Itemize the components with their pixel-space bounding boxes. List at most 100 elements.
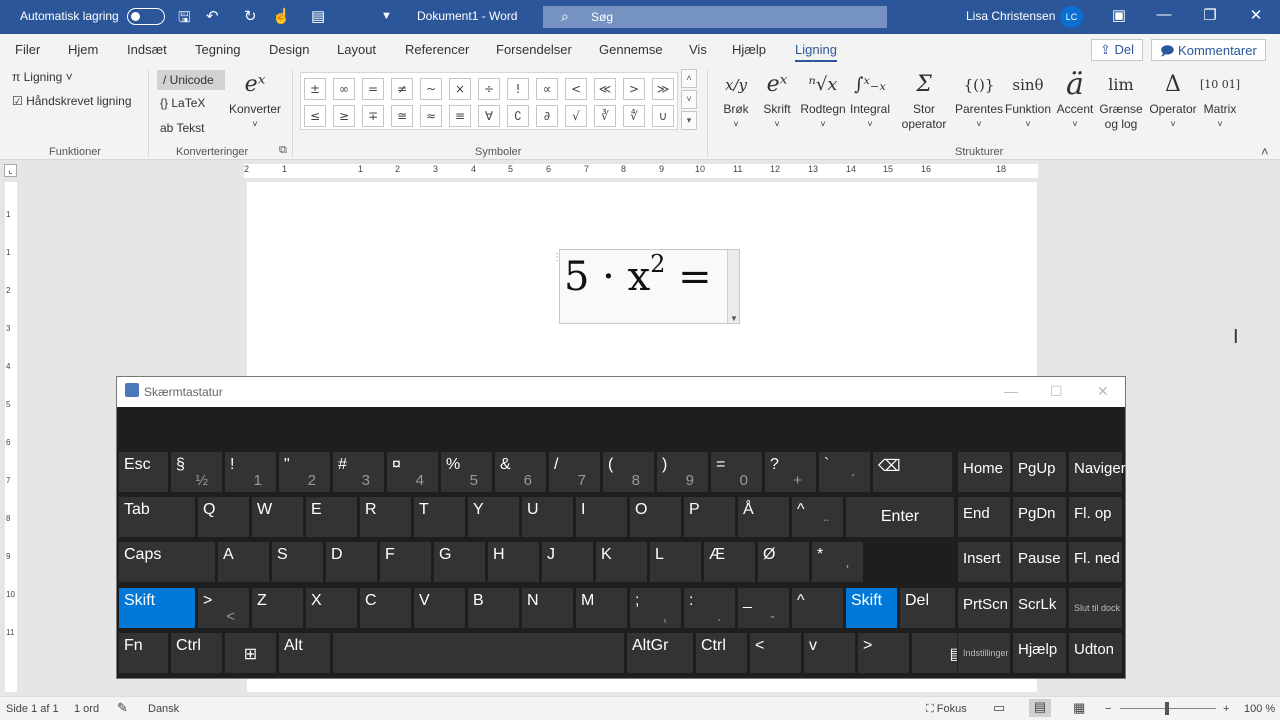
equation-container[interactable]: ⋮ 5 · x2 = ▼ (552, 249, 740, 324)
key-l[interactable]: L (649, 541, 702, 583)
key-fl-ned[interactable]: Fl. ned (1068, 541, 1123, 583)
customize-toolbar-icon[interactable]: ▼ (381, 10, 392, 22)
dialog-launcher-icon[interactable]: ⧉ (279, 144, 287, 157)
ribbon-display-options-icon[interactable]: ▣ (1108, 6, 1130, 24)
key-asterisk[interactable]: * ' (811, 541, 864, 583)
key-shift-left[interactable]: Skift (118, 587, 196, 629)
key-arrow-right[interactable]: > (857, 632, 910, 674)
key-u[interactable]: U (521, 496, 574, 538)
key-f[interactable]: F (379, 541, 432, 583)
read-mode-icon[interactable]: ▭ (993, 700, 1005, 716)
tab-view[interactable]: Vis (689, 42, 707, 57)
key-udton[interactable]: Udton (1068, 632, 1123, 674)
collapse-ribbon-icon[interactable]: ˄ (1261, 144, 1269, 159)
unicode-button[interactable]: / Unicode (157, 70, 225, 90)
tab-selector-icon[interactable]: ⌞ (4, 164, 17, 177)
key-r[interactable]: R (359, 496, 412, 538)
key-2[interactable]: " 2 (278, 451, 331, 493)
gallery-scroll-down-icon[interactable]: ˅ (681, 90, 697, 109)
symbol-identical[interactable]: ≡ (449, 105, 471, 127)
key-esc[interactable]: Esc (118, 451, 169, 493)
symbol-fourth-root[interactable]: ∜ (623, 105, 645, 127)
key-home[interactable]: Home (957, 451, 1011, 493)
proofing-icon[interactable]: ✎ (117, 700, 128, 716)
key-ctrl-left[interactable]: Ctrl (170, 632, 223, 674)
minimize-icon[interactable]: — (1153, 6, 1175, 23)
key-p[interactable]: P (683, 496, 736, 538)
vertical-ruler[interactable]: 1 1 2 3 4 5 6 7 8 9 10 11 (5, 182, 17, 692)
key-w[interactable]: W (251, 496, 304, 538)
key-insert[interactable]: Insert (957, 541, 1011, 583)
key-o[interactable]: O (629, 496, 682, 538)
print-layout-icon[interactable]: ▤ (1029, 699, 1051, 717)
key-fn[interactable]: Fn (118, 632, 169, 674)
key-1[interactable]: ! 1 (224, 451, 277, 493)
key-z[interactable]: Z (251, 587, 304, 629)
search-box[interactable]: ⌕ Søg (543, 6, 887, 28)
key-backspace[interactable]: ⌫ (872, 451, 953, 493)
keyboard-titlebar[interactable]: Skærmtastatur — ☐ ✕ (117, 377, 1125, 407)
key-shift-right[interactable]: Skift (845, 587, 898, 629)
key-plus[interactable]: ? + (764, 451, 817, 493)
key-7[interactable]: /7 (548, 451, 601, 493)
touch-mode-icon[interactable]: ☝ (272, 7, 291, 25)
key-semicolon[interactable]: ;, (629, 587, 682, 629)
key-q[interactable]: Q (197, 496, 250, 538)
tab-draw[interactable]: Tegning (195, 42, 241, 57)
symbol-greater-than[interactable]: > (623, 78, 645, 100)
key-h[interactable]: H (487, 541, 540, 583)
avatar[interactable]: LC (1060, 6, 1083, 28)
equation-options-button[interactable]: ▼ (727, 250, 739, 323)
key-space[interactable] (332, 632, 625, 674)
convert-button[interactable]: eˣ Konverter ˅ (227, 68, 283, 132)
key-x[interactable]: X (305, 587, 358, 629)
key-caret[interactable]: ^ ¨ (791, 496, 844, 538)
key-section[interactable]: § ½ (170, 451, 223, 493)
minimize-icon[interactable]: — (1004, 383, 1018, 399)
symbol-times[interactable]: × (449, 78, 471, 100)
key-5[interactable]: % 5 (440, 451, 493, 493)
symbol-much-greater[interactable]: ≫ (652, 78, 674, 100)
symbol-for-all[interactable]: ∀ (478, 105, 500, 127)
key-3[interactable]: #3 (332, 451, 385, 493)
tab-help[interactable]: Hjælp (732, 42, 766, 57)
key-tab[interactable]: Tab (118, 496, 196, 538)
key-ae[interactable]: Æ (703, 541, 756, 583)
key-c[interactable]: C (359, 587, 412, 629)
tab-mailings[interactable]: Forsendelser (496, 42, 572, 57)
key-colon[interactable]: :. (683, 587, 736, 629)
tab-file[interactable]: Filer (15, 42, 40, 57)
key-oe[interactable]: Ø (757, 541, 810, 583)
symbol-union[interactable]: ∪ (652, 105, 674, 127)
key-g[interactable]: G (433, 541, 486, 583)
autosave-toggle[interactable] (127, 8, 165, 25)
symbol-much-less[interactable]: ≪ (594, 78, 616, 100)
maximize-icon[interactable]: ☐ (1050, 383, 1063, 400)
large-operator-button[interactable]: Σ Stor operator (896, 68, 952, 132)
close-icon[interactable]: ✕ (1097, 383, 1109, 400)
equation-content[interactable]: 5 · x2 = (564, 250, 712, 300)
key-naviger[interactable]: Naviger (1068, 451, 1126, 493)
language[interactable]: Dansk (148, 703, 179, 715)
key-s[interactable]: S (271, 541, 324, 583)
key-0[interactable]: = 0 (710, 451, 763, 493)
comments-button[interactable]: 🗩 Kommentarer (1151, 39, 1266, 61)
equation-handle-icon[interactable]: ⋮ (552, 252, 562, 263)
tab-insert[interactable]: Indsæt (127, 42, 167, 57)
equation-button[interactable]: π Ligning ˅ (12, 70, 73, 84)
key-pgup[interactable]: PgUp (1012, 451, 1067, 493)
save-icon[interactable]: 🖫 (178, 7, 191, 32)
key-ctrl-right[interactable]: Ctrl (695, 632, 748, 674)
key-e[interactable]: E (305, 496, 358, 538)
key-4[interactable]: ¤ 4 (386, 451, 439, 493)
key-j[interactable]: J (541, 541, 594, 583)
key-hj-lp[interactable]: Hjælp (1012, 632, 1067, 674)
symbol-partial[interactable]: ∂ (536, 105, 558, 127)
key-n[interactable]: N (521, 587, 574, 629)
user-name[interactable]: Lisa Christensen (966, 9, 1055, 23)
key-arrow-left[interactable]: < (749, 632, 802, 674)
symbol-plus-minus[interactable]: ± (304, 78, 326, 100)
tab-layout[interactable]: Layout (337, 42, 376, 57)
page-count[interactable]: Side 1 af 1 (6, 703, 59, 715)
tab-equation[interactable]: Ligning (795, 42, 837, 62)
